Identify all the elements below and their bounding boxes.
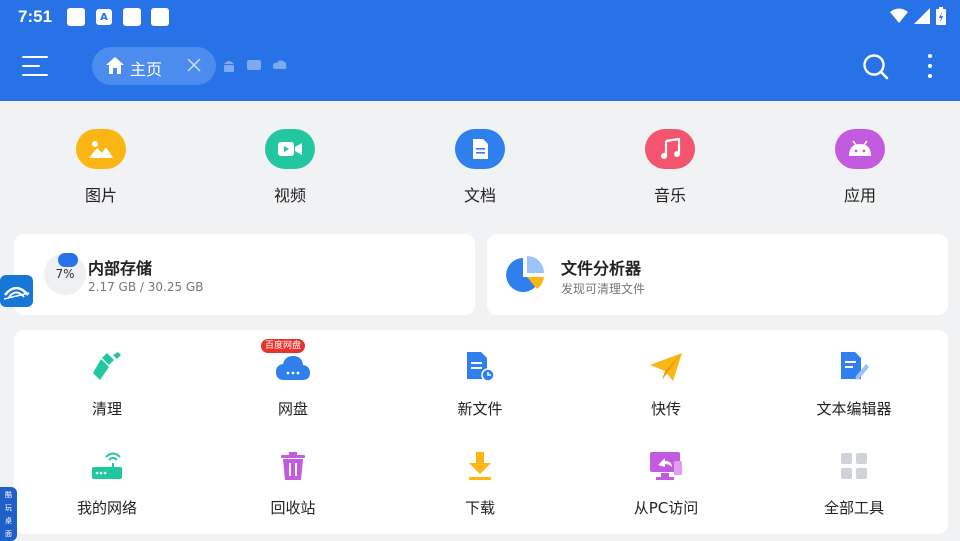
- image-icon: [76, 129, 126, 169]
- signal-icon: [914, 8, 930, 24]
- notification-icon: [67, 8, 85, 26]
- cloud-icon: [203, 350, 383, 384]
- floating-launcher-icon: [3, 286, 30, 300]
- tool-all-tools[interactable]: 全部工具: [764, 449, 944, 518]
- storage-title: 内部存储: [88, 259, 153, 278]
- tool-label: 文本编辑器: [816, 400, 892, 418]
- floating-launcher-button[interactable]: [0, 275, 33, 307]
- file-analyzer-card[interactable]: 文件分析器 发现可清理文件: [487, 234, 948, 315]
- android-small-icon: [224, 61, 234, 72]
- side-tab-char: 桌: [5, 517, 12, 525]
- category-apps[interactable]: 应用: [810, 129, 910, 206]
- search-icon: [863, 54, 889, 80]
- tablet-small-icon: [247, 60, 261, 70]
- category-images[interactable]: 图片: [51, 129, 151, 206]
- tool-clean[interactable]: 清理: [17, 350, 197, 419]
- side-tab-char: 玩: [5, 504, 12, 512]
- category-documents[interactable]: 文档: [430, 129, 530, 206]
- pc-access-icon: [576, 449, 756, 483]
- download-icon: [390, 449, 570, 483]
- analyzer-subtitle: 发现可清理文件: [561, 282, 646, 296]
- storage-usage-marker: [58, 253, 78, 267]
- tool-label: 清理: [91, 400, 122, 418]
- tool-label: 全部工具: [823, 499, 884, 517]
- path-icons: [222, 58, 288, 74]
- status-time: 7:51: [18, 7, 53, 26]
- tool-label: 快传: [650, 400, 681, 418]
- analyzer-title: 文件分析器: [561, 259, 642, 278]
- category-label: 图片: [84, 186, 117, 205]
- tool-new-file[interactable]: 新文件: [390, 350, 570, 419]
- cloud-drive-badge: 百度网盘: [261, 339, 306, 353]
- search-button[interactable]: [862, 53, 890, 85]
- home-icon: [106, 57, 124, 74]
- document-icon: [455, 129, 505, 169]
- category-label: 应用: [843, 186, 876, 205]
- wifi-icon: [890, 8, 908, 23]
- tool-label: 新文件: [457, 400, 503, 418]
- tool-label: 我的网络: [76, 499, 137, 517]
- side-panel-tab[interactable]: 酷 玩 桌 面: [0, 487, 17, 541]
- category-label: 音乐: [653, 186, 686, 205]
- tab-home-label: 主页: [130, 60, 163, 79]
- tool-text-editor[interactable]: 文本编辑器: [764, 350, 944, 419]
- close-icon[interactable]: [186, 57, 202, 73]
- tool-quick-transfer[interactable]: 快传: [576, 350, 756, 419]
- broom-icon: [17, 350, 197, 384]
- more-options-button[interactable]: [920, 52, 940, 82]
- category-videos[interactable]: 视频: [240, 129, 340, 206]
- new-file-icon: [390, 350, 570, 384]
- tab-home[interactable]: 主页: [92, 47, 216, 85]
- notification-icon: [151, 8, 169, 26]
- tool-recycle-bin[interactable]: 回收站: [203, 449, 383, 518]
- text-editor-icon: [764, 350, 944, 384]
- internal-storage-card[interactable]: 7% 内部存储 2.17 GB / 30.25 GB: [14, 234, 475, 315]
- android-icon: [835, 129, 885, 169]
- battery-icon: [936, 7, 946, 25]
- pie-chart-icon: [506, 256, 544, 292]
- send-icon: [576, 350, 756, 384]
- notification-a-icon: A: [96, 9, 112, 25]
- grid-icon: [764, 449, 944, 483]
- side-tab-char: 面: [5, 530, 12, 538]
- category-label: 文档: [463, 186, 496, 205]
- router-icon: [17, 449, 197, 483]
- tool-pc-access[interactable]: 从PC访问: [576, 449, 756, 518]
- cloud-small-icon: [272, 60, 287, 69]
- tool-label: 从PC访问: [633, 499, 699, 517]
- tool-cloud-drive[interactable]: 网盘: [203, 350, 383, 419]
- trash-icon: [203, 449, 383, 483]
- menu-button[interactable]: [22, 54, 50, 80]
- video-icon: [265, 129, 315, 169]
- tool-my-network[interactable]: 我的网络: [17, 449, 197, 518]
- tool-download[interactable]: 下载: [390, 449, 570, 518]
- storage-usage: 2.17 GB / 30.25 GB: [88, 280, 204, 294]
- tools-panel: 清理 网盘 新文件 快传 文本编辑器 我的网络 回收站 下载 从PC访问 全部工…: [14, 330, 948, 534]
- storage-usage-ring: 7%: [44, 253, 86, 295]
- category-music[interactable]: 音乐: [620, 129, 720, 206]
- music-icon: [645, 129, 695, 169]
- notification-icon: [123, 8, 141, 26]
- tool-label: 下载: [464, 499, 495, 517]
- category-label: 视频: [273, 186, 306, 205]
- category-row: 图片 视频 文档 音乐 应用: [0, 101, 960, 225]
- tool-label: 网盘: [277, 400, 308, 418]
- storage-percent: 7%: [55, 267, 75, 281]
- status-bar: 7:51 A: [0, 0, 960, 34]
- app-bar: 主页: [0, 34, 960, 101]
- tool-label: 回收站: [270, 499, 316, 517]
- side-tab-char: 酷: [5, 491, 12, 499]
